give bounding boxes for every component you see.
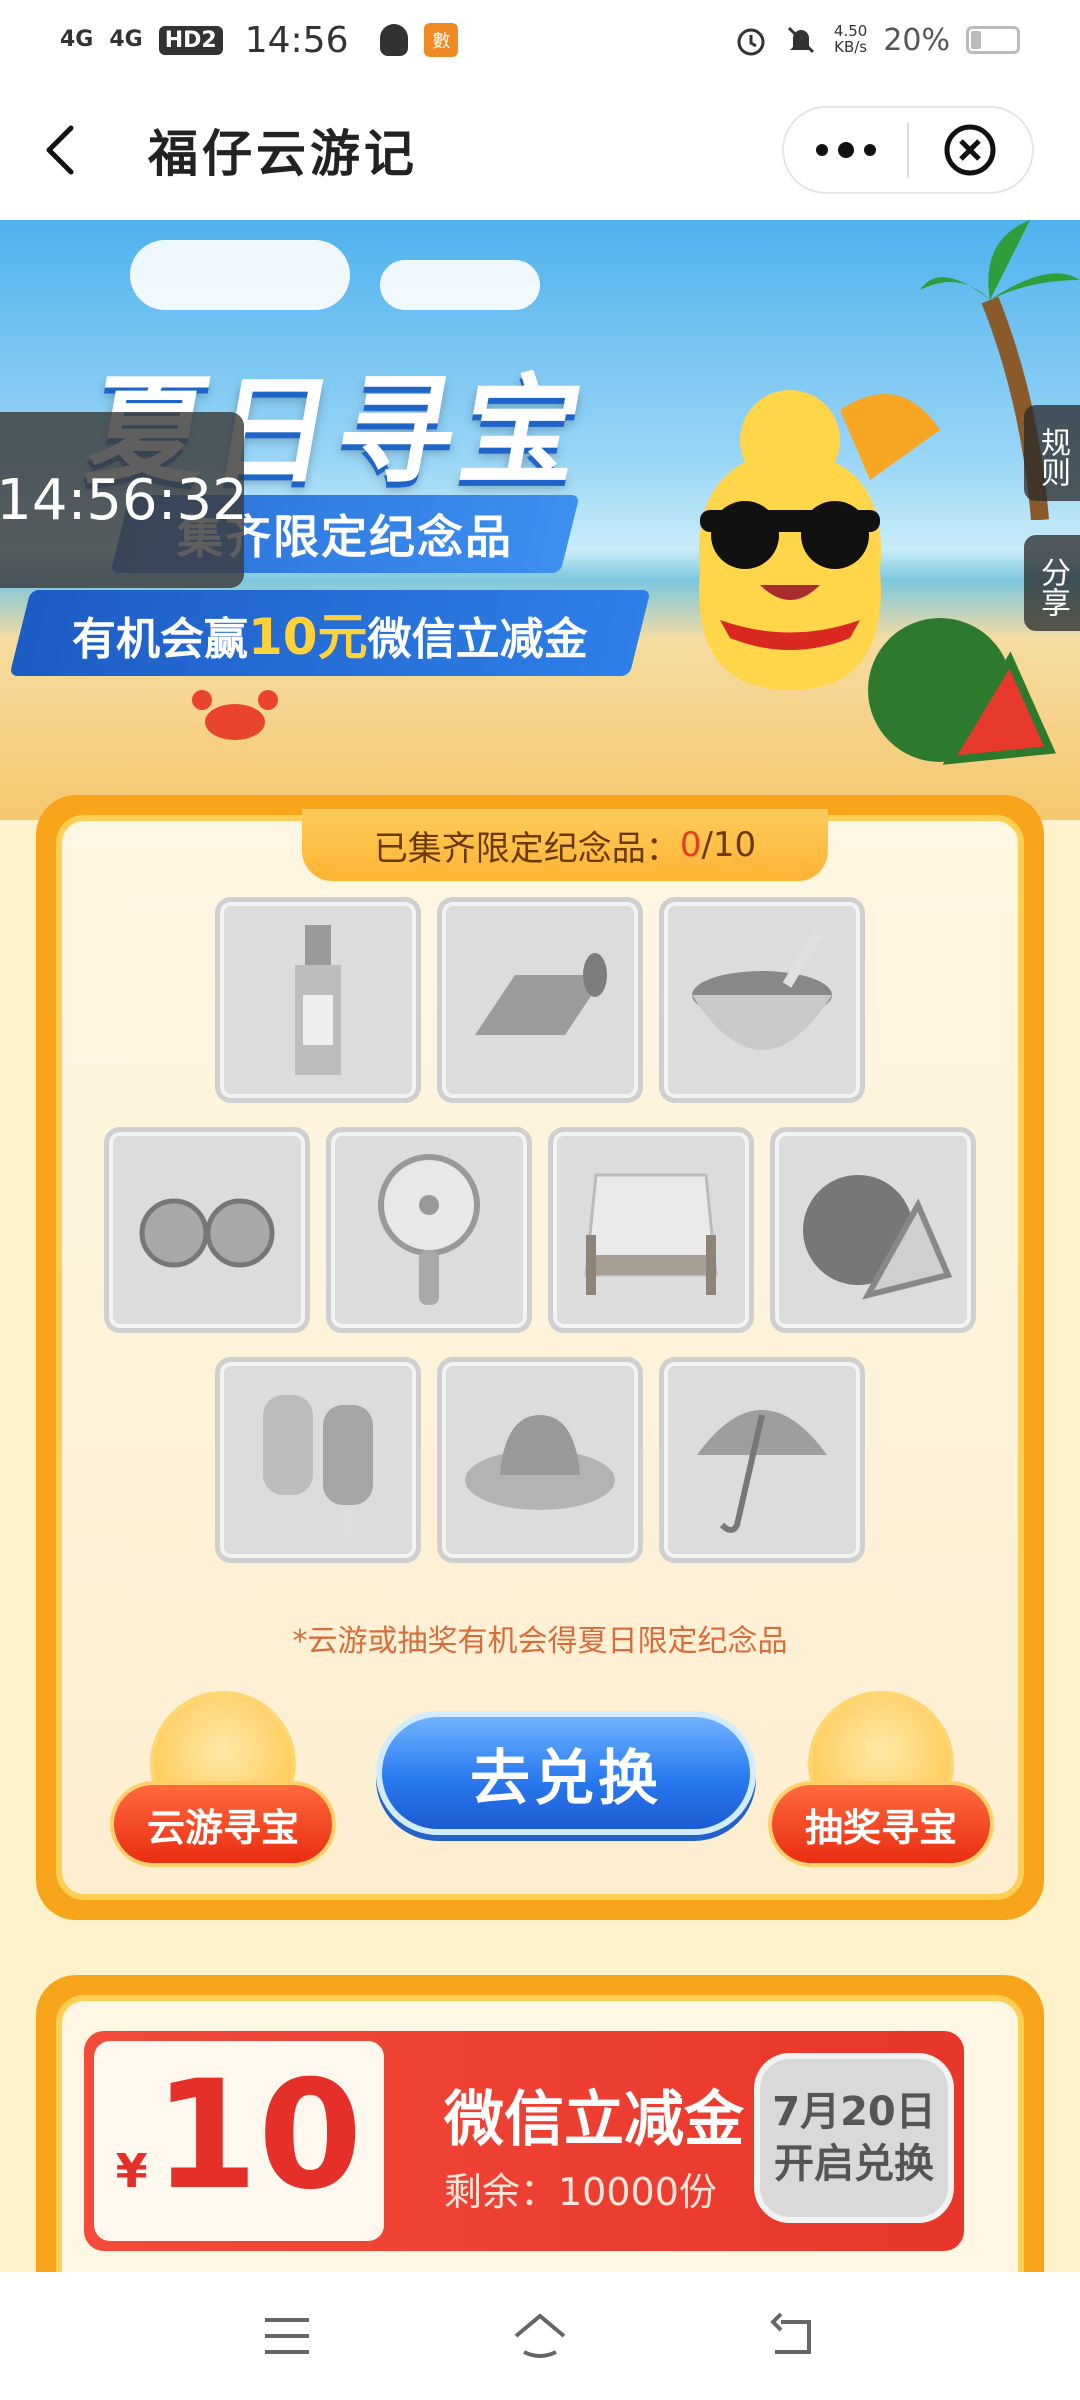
back-button[interactable] bbox=[0, 80, 120, 220]
system-nav-bar bbox=[0, 2272, 1080, 2400]
coupon-redeem-date-button[interactable]: 7月20日 开启兑换 bbox=[754, 2053, 954, 2223]
coupon-title: 微信立减金 bbox=[444, 2085, 744, 2155]
cloud-tour-button[interactable]: 云游寻宝 bbox=[110, 1691, 336, 1881]
mat-icon bbox=[475, 953, 607, 1035]
close-miniapp-button[interactable] bbox=[909, 106, 1032, 194]
title-bar: 福仔云游记 bbox=[0, 80, 1080, 220]
alarm-icon bbox=[737, 28, 765, 56]
souvenir-bed[interactable] bbox=[548, 1127, 754, 1333]
more-button[interactable] bbox=[784, 106, 907, 194]
collected-count: 已集齐限定纪念品： 0/10 bbox=[302, 809, 828, 881]
sunglasses-icon bbox=[139, 1198, 275, 1268]
hd-voice-icon: HD2 bbox=[158, 25, 223, 55]
rules-button[interactable]: 规则 bbox=[1024, 405, 1080, 501]
lottery-button[interactable]: 抽奖寻宝 bbox=[768, 1691, 994, 1881]
redeem-button[interactable]: 去兑换 bbox=[376, 1711, 756, 1835]
crab-icon bbox=[192, 690, 278, 740]
status-bar: 4G 4G HD2 14:56 數 4.50 KB/s 20% bbox=[0, 0, 1080, 80]
souvenir-popsicle[interactable] bbox=[215, 1357, 421, 1563]
souvenir-mat[interactable] bbox=[437, 897, 643, 1103]
qq-icon bbox=[380, 24, 409, 56]
banner-promo: 有机会赢10元微信立减金 bbox=[9, 590, 651, 676]
watermelon-slice-icon bbox=[803, 1175, 953, 1300]
mute-icon bbox=[787, 26, 814, 54]
souvenir-hat[interactable] bbox=[437, 1357, 643, 1563]
page-title: 福仔云游记 bbox=[148, 124, 418, 183]
souvenir-umbrella[interactable] bbox=[659, 1357, 865, 1563]
coupon-remaining: 剩余：10000份 bbox=[444, 2170, 717, 2214]
porridge-bowl-icon bbox=[692, 932, 832, 1050]
hint-text: *云游或抽奖有机会得夏日限定纪念品 bbox=[292, 1624, 788, 1659]
hat-icon bbox=[465, 1415, 615, 1510]
umbrella-icon bbox=[697, 1410, 827, 1533]
battery-percent: 20% bbox=[883, 22, 950, 58]
app-notification-icon: 數 bbox=[424, 23, 459, 57]
souvenir-fan[interactable] bbox=[326, 1127, 532, 1333]
coupon-card: ¥10 微信立减金 剩余：10000份 7月20日 开启兑换 bbox=[36, 1975, 1044, 2275]
wechat-coupon: ¥10 微信立减金 剩余：10000份 7月20日 开启兑换 bbox=[84, 2031, 964, 2251]
more-icon bbox=[815, 144, 828, 156]
summer-banner: 14:56:32 夏日寻宝 集齐限定纪念品 有机会赢10元微信立减金 规则 分享 bbox=[0, 220, 1080, 820]
souvenir-porridge[interactable] bbox=[659, 897, 865, 1103]
bed-icon bbox=[584, 1173, 718, 1295]
back-nav-icon[interactable] bbox=[763, 2306, 823, 2366]
chevron-left-icon bbox=[46, 125, 74, 175]
signal-icon: 4G bbox=[60, 27, 94, 52]
souvenir-sunglasses[interactable] bbox=[104, 1127, 310, 1333]
share-button[interactable]: 分享 bbox=[1024, 535, 1080, 631]
souvenir-watermelon[interactable] bbox=[770, 1127, 976, 1333]
signal-icon-2: 4G bbox=[109, 27, 143, 52]
close-circle-icon bbox=[944, 124, 996, 176]
status-time: 14:56 bbox=[244, 19, 349, 61]
souvenir-bottle[interactable] bbox=[215, 897, 421, 1103]
home-icon[interactable] bbox=[510, 2306, 570, 2366]
collection-card: 已集齐限定纪念品： 0/10 *云游或抽奖有机会得夏日限定纪念品 云游寻宝 去兑… bbox=[36, 795, 1044, 1920]
fan-icon bbox=[378, 1154, 480, 1305]
menu-icon[interactable] bbox=[257, 2306, 317, 2366]
battery-icon bbox=[966, 26, 1020, 54]
clock-overlay: 14:56:32 bbox=[0, 412, 248, 588]
popsicle-icon bbox=[263, 1395, 373, 1539]
network-speed: 4.50 KB/s bbox=[833, 22, 868, 56]
miniapp-capsule bbox=[782, 106, 1034, 194]
coupon-amount: ¥10 bbox=[94, 2041, 384, 2241]
bottle-icon bbox=[295, 925, 341, 1075]
